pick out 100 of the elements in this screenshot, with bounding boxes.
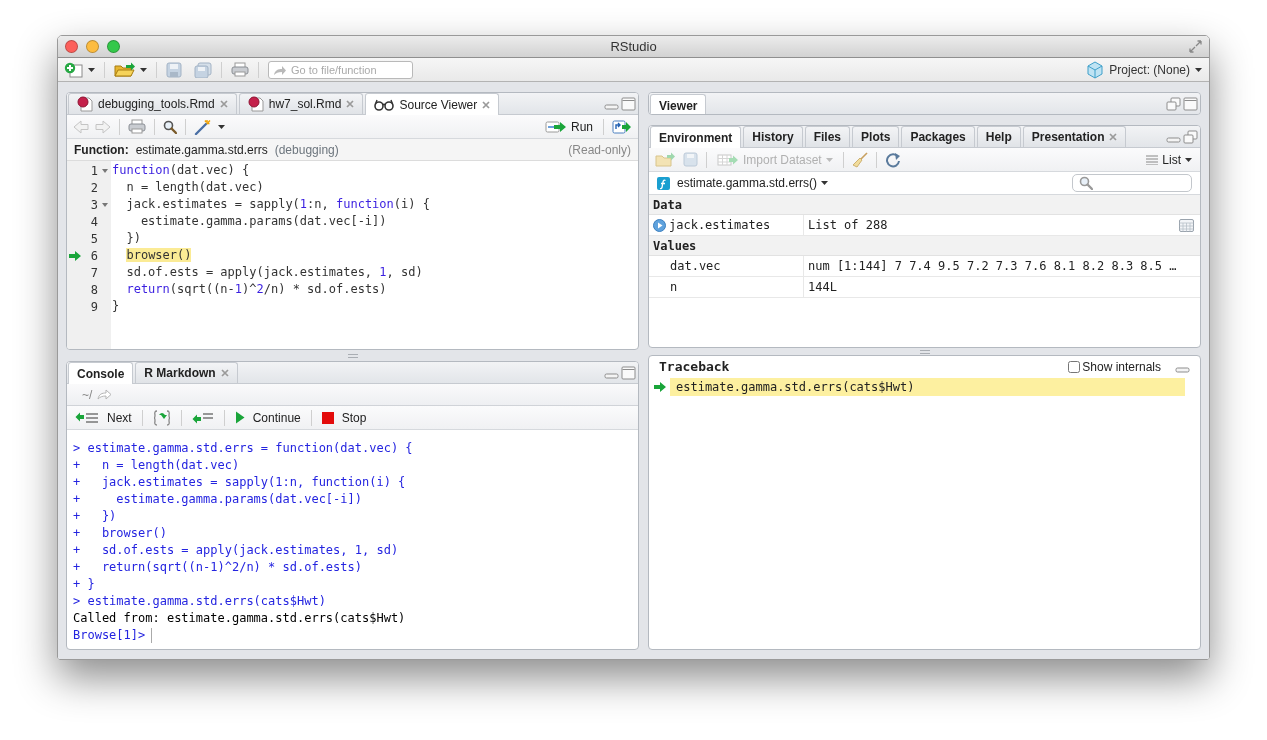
close-icon[interactable] [219, 100, 228, 108]
tab[interactable]: Files [804, 126, 851, 147]
window-title: RStudio [610, 37, 657, 56]
print-icon[interactable] [231, 62, 249, 77]
project-menu[interactable]: Project: (None) [1109, 60, 1190, 79]
line-number: 5 [89, 230, 99, 248]
play-icon [234, 411, 245, 424]
load-workspace-icon[interactable] [655, 152, 677, 167]
fullscreen-icon[interactable] [1189, 40, 1202, 53]
line-number: 2 [89, 179, 99, 197]
section-header: Data [649, 195, 1200, 215]
caret-icon [821, 181, 829, 185]
code-line: sd.of.ests = apply(jack.estimates, 1, sd) [125, 264, 424, 281]
traceback-title: Traceback [659, 358, 730, 377]
tab[interactable]: Packages [901, 126, 975, 147]
console-input-line: + }) [73, 508, 118, 525]
close-window-button[interactable] [65, 40, 78, 53]
caret-icon[interactable] [88, 67, 95, 72]
tab[interactable]: R Markdown [135, 362, 238, 383]
zoom-window-button[interactable] [107, 40, 120, 53]
tab[interactable]: Source Viewer [365, 93, 500, 115]
variable-name: dat.vec [670, 258, 721, 275]
run-lines-icon [545, 119, 567, 134]
caret-icon[interactable] [1195, 67, 1202, 72]
tab[interactable]: Environment [650, 126, 742, 148]
close-icon[interactable] [482, 100, 491, 109]
read-only-label: (Read-only) [568, 141, 631, 159]
code-line: estimate.gamma.params(dat.vec[-i]) [139, 213, 388, 230]
tab[interactable]: hw7_sol.Rmd [238, 93, 364, 114]
caret-icon [825, 157, 833, 162]
splitter-grip[interactable] [919, 349, 930, 354]
environment-scope-menu[interactable]: estimate.gamma.std.errs() [675, 174, 831, 192]
glasses-icon [374, 98, 395, 111]
variable-value: num [1:144] 7 7.4 9.5 7.2 7.3 7.6 8.1 8.2 8.3 8.5 … [808, 258, 1177, 275]
show-internals-checkbox[interactable] [1068, 361, 1081, 373]
magic-wand-icon[interactable] [194, 118, 212, 135]
code-line: return(sqrt((n-1)^2/n) * sd.of.ests) [125, 281, 388, 298]
back-arrow-icon[interactable] [73, 119, 89, 134]
splitter-grip[interactable] [347, 353, 358, 358]
tab[interactable]: History [743, 126, 803, 147]
stop-button[interactable]: Stop [319, 408, 369, 427]
tab[interactable]: Presentation [1022, 126, 1127, 147]
close-icon[interactable] [346, 100, 355, 108]
share-arrow-icon [273, 64, 287, 76]
save-all-icon[interactable] [194, 61, 212, 78]
tab[interactable]: Console [68, 362, 134, 384]
search-icon[interactable] [163, 119, 177, 134]
search-field[interactable] [1072, 174, 1192, 192]
tab[interactable]: Help [976, 126, 1021, 147]
console-input-line: > estimate.gamma.std.errs(cats$Hwt) [73, 593, 327, 610]
view-mode-menu[interactable]: List [1144, 150, 1194, 169]
line-number: 7 [89, 264, 99, 282]
goto-field[interactable]: Go to file/function [268, 60, 413, 79]
text-cursor [151, 628, 153, 643]
next-button[interactable]: Next [73, 408, 134, 427]
step-arrow-icon [75, 411, 99, 424]
console-input-line: + } [73, 576, 96, 593]
rmd-file-icon [247, 96, 264, 112]
caret-icon [1185, 157, 1192, 162]
variable-name: jack.estimates [669, 217, 771, 234]
continue-button[interactable]: Continue [232, 408, 303, 427]
forward-arrow-icon[interactable] [95, 119, 111, 134]
close-icon[interactable] [1109, 133, 1118, 141]
call-frame[interactable]: estimate.gamma.std.errs(cats$Hwt) [670, 378, 1185, 396]
tab[interactable]: Viewer [650, 94, 707, 114]
line-number: 9 [89, 298, 99, 316]
close-icon[interactable] [220, 369, 229, 377]
table-view-icon[interactable] [1179, 218, 1194, 232]
run-button[interactable]: Run [543, 117, 595, 136]
maximize-icon[interactable] [621, 365, 636, 380]
expand-icon[interactable] [653, 218, 666, 232]
console-input-line: + browser() [73, 525, 168, 542]
minimize-window-button[interactable] [86, 40, 99, 53]
source-file-icon[interactable] [612, 119, 632, 134]
function-name: estimate.gamma.std.errs [135, 141, 268, 159]
line-number: 3 [82, 195, 111, 214]
variable-name: n [670, 279, 678, 296]
go-to-directory-icon[interactable] [97, 389, 113, 400]
code-line: } [112, 298, 121, 315]
print-icon[interactable] [128, 119, 146, 134]
stop-square-icon [321, 411, 334, 424]
console-input-line: + jack.estimates = sapply(1:n, function(i) { [73, 474, 407, 491]
code-line: function(dat.vec) { [112, 162, 251, 179]
save-icon[interactable] [166, 61, 182, 78]
save-workspace-icon[interactable] [683, 152, 698, 167]
caret-icon[interactable] [140, 67, 147, 72]
maximize-icon[interactable] [1183, 97, 1198, 111]
working-directory: ~/ [82, 386, 93, 404]
line-number: 4 [89, 213, 99, 231]
console-input-line: + estimate.gamma.params(dat.vec[-i]) [73, 491, 363, 508]
refresh-icon[interactable] [884, 151, 901, 168]
variable-value: List of 288 [808, 217, 888, 234]
cube-icon[interactable] [1086, 60, 1105, 79]
caret-icon[interactable] [218, 124, 225, 129]
broom-icon[interactable] [851, 151, 868, 168]
restore-icon[interactable] [1183, 129, 1198, 144]
tab[interactable]: Plots [852, 126, 900, 147]
restore-icon[interactable] [1166, 97, 1181, 111]
tab[interactable]: debugging_tools.Rmd [68, 93, 237, 114]
maximize-icon[interactable] [621, 96, 636, 111]
